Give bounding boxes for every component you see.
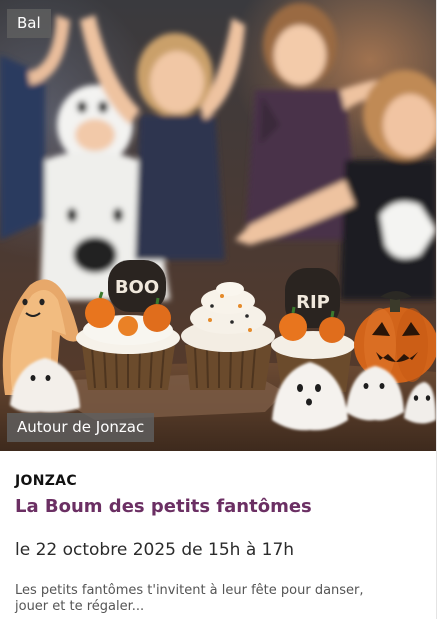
- event-photo[interactable]: BOO RIP Bal Autour de Jonzac: [0, 0, 436, 451]
- event-date: le 22 octobre 2025 de 15h à 17h: [15, 540, 295, 560]
- rip-sign-text: RIP: [296, 292, 330, 313]
- event-title[interactable]: La Boum des petits fantômes: [15, 496, 426, 517]
- event-card[interactable]: BOO RIP Bal Autour de Jonzac JONZAC La B…: [0, 0, 437, 619]
- boo-sign-text: BOO: [115, 277, 159, 298]
- event-card-body: JONZAC La Boum des petits fantômes le 22…: [15, 451, 426, 615]
- location-badge: Autour de Jonzac: [7, 413, 155, 442]
- event-description: Les petits fantômes t'invitent à leur fê…: [15, 583, 364, 614]
- category-badge: Bal: [7, 9, 51, 38]
- event-city: JONZAC: [15, 473, 77, 489]
- halloween-party-image: BOO RIP: [0, 0, 436, 451]
